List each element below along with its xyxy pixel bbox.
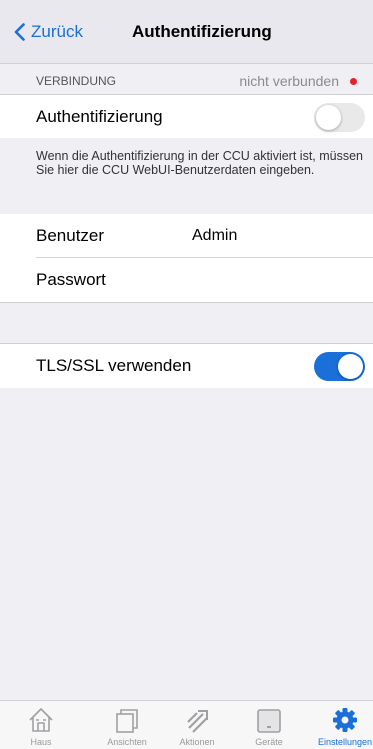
tls-label: TLS/SSL verwenden: [36, 356, 192, 375]
connection-status-text: nicht verbunden: [239, 73, 339, 89]
authentication-info: Wenn die Authentifizierung in der CCU ak…: [0, 138, 373, 214]
tab-geraete[interactable]: Geräte: [236, 705, 302, 749]
actions-icon: [187, 710, 208, 733]
divider: [0, 302, 373, 303]
toggle-knob: [338, 354, 363, 379]
tls-row: TLS/SSL verwenden: [0, 344, 373, 388]
pages-icon: [116, 709, 138, 733]
username-label: Benutzer: [36, 226, 105, 245]
back-label: Zurück: [31, 22, 83, 41]
authentication-row: Authentifizierung: [0, 95, 373, 139]
info-text: Wenn die Authentifizierung in der CCU ak…: [36, 149, 364, 177]
back-button[interactable]: Zurück: [14, 20, 83, 44]
toggle-knob: [316, 105, 341, 130]
username-row[interactable]: Benutzer Admin: [0, 214, 373, 258]
tab-label: Ansichten: [107, 737, 147, 747]
navigation-bar: Zurück Authentifizierung: [0, 0, 373, 64]
password-label: Passwort: [36, 270, 106, 289]
tab-label: Haus: [30, 737, 52, 747]
tab-einstellungen[interactable]: Einstellungen: [310, 705, 373, 749]
authentication-toggle[interactable]: [314, 103, 365, 132]
tab-ansichten[interactable]: Ansichten: [94, 705, 160, 749]
tab-aktionen[interactable]: Aktionen: [164, 705, 230, 749]
section-header-connection: VERBINDUNG nicht verbunden: [0, 64, 373, 94]
tab-label: Einstellungen: [317, 737, 373, 747]
device-icon: [257, 709, 281, 733]
status-dot-icon: [350, 78, 357, 85]
authentication-label: Authentifizierung: [36, 107, 163, 126]
tab-label: Aktionen: [179, 737, 215, 747]
password-row[interactable]: Passwort: [0, 258, 373, 302]
tab-bar: Haus Ansichten Aktionen Geräte Einstellu…: [0, 700, 373, 749]
house-icon: [29, 708, 53, 732]
tab-label: Geräte: [255, 737, 283, 747]
tls-toggle[interactable]: [314, 352, 365, 381]
chevron-left-icon: [14, 23, 25, 41]
section-title: VERBINDUNG: [36, 74, 117, 88]
username-field[interactable]: Admin: [192, 227, 237, 245]
gear-icon: [333, 708, 357, 732]
tab-haus[interactable]: Haus: [8, 705, 74, 749]
page-title: Authentifizierung: [132, 22, 272, 41]
